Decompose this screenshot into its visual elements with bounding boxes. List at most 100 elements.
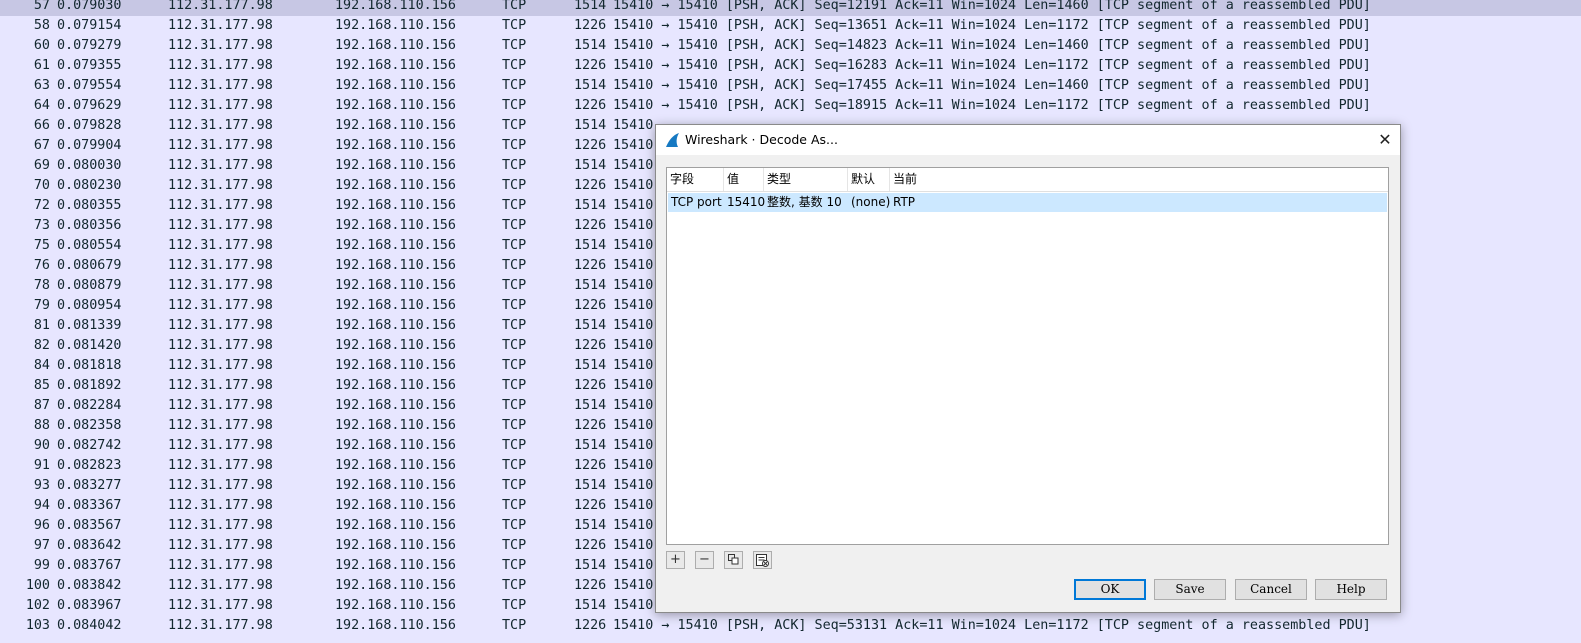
packet-time: 0.082742 [57,438,122,453]
table-row[interactable]: TCP port 15410 整数, 基数 10 (none) RTP [668,193,1387,212]
packet-destination: 192.168.110.156 [335,38,456,53]
packet-destination: 192.168.110.156 [335,58,456,73]
packet-info: 15410 [613,398,654,413]
packet-length: 1226 [574,338,607,353]
packet-protocol: TCP [502,118,527,133]
cell-value[interactable]: 15410 [724,193,765,212]
clear-entries-button[interactable] [753,551,772,569]
packet-info: 15410 [613,298,654,313]
packet-protocol: TCP [502,578,527,593]
decode-as-table[interactable]: 字段 值 类型 默认 当前 TCP port 15410 整数, 基数 10 (… [666,167,1389,545]
packet-destination: 192.168.110.156 [335,578,456,593]
packet-length: 1514 [574,278,607,293]
column-header-type[interactable]: 类型 [764,168,848,191]
packet-protocol: TCP [502,558,527,573]
packet-length: 1514 [574,478,607,493]
packet-destination: 192.168.110.156 [335,498,456,513]
close-button[interactable]: ✕ [1370,125,1400,155]
packet-protocol: TCP [502,218,527,233]
packet-destination: 192.168.110.156 [335,598,456,613]
packet-source: 112.31.177.98 [168,38,273,53]
packet-number: 79 [33,298,50,313]
packet-time: 0.080356 [57,218,122,233]
packet-length: 1514 [574,398,607,413]
column-header-value[interactable]: 值 [724,168,764,191]
packet-row[interactable]: 64 0.079629 112.31.177.98 192.168.110.156 TC… [0,96,1581,116]
packet-row[interactable]: 61 0.079355 112.31.177.98 192.168.110.156 TC… [0,56,1581,76]
packet-time: 0.081339 [57,318,122,333]
packet-protocol: TCP [502,258,527,273]
packet-row[interactable]: 63 0.079554 112.31.177.98 192.168.110.156 TC… [0,76,1581,96]
packet-number: 60 [33,38,50,53]
packet-source: 112.31.177.98 [168,318,273,333]
packet-info: 15410 [613,358,654,373]
packet-info: 15410 → 15410 [PSH, ACK] Seq=12191 Ack=1… [613,0,1371,13]
packet-protocol: TCP [502,318,527,333]
packet-source: 112.31.177.98 [168,78,273,93]
packet-source: 112.31.177.98 [168,18,273,33]
packet-info: 15410 [613,438,654,453]
column-header-default[interactable]: 默认 [848,168,890,191]
packet-destination: 192.168.110.156 [335,438,456,453]
packet-protocol: TCP [502,518,527,533]
dialog-titlebar[interactable]: Wireshark · Decode As... ✕ [656,125,1400,155]
packet-info: 15410 [613,278,654,293]
cell-current[interactable]: RTP [890,193,915,212]
packet-protocol: TCP [502,78,527,93]
packet-source: 112.31.177.98 [168,378,273,393]
packet-destination: 192.168.110.156 [335,318,456,333]
packet-source: 112.31.177.98 [168,258,273,273]
packet-time: 0.083642 [57,538,122,553]
packet-source: 112.31.177.98 [168,298,273,313]
column-header-field[interactable]: 字段 [667,168,724,191]
packet-source: 112.31.177.98 [168,498,273,513]
remove-entry-button[interactable]: − [695,551,714,569]
packet-info: 15410 [613,198,654,213]
packet-source: 112.31.177.98 [168,138,273,153]
packet-time: 0.083567 [57,518,122,533]
packet-length: 1514 [574,558,607,573]
packet-info: 15410 → 15410 [PSH, ACK] Seq=13651 Ack=1… [613,18,1371,33]
packet-length: 1226 [574,258,607,273]
packet-time: 0.083367 [57,498,122,513]
packet-source: 112.31.177.98 [168,538,273,553]
packet-row[interactable]: 57 0.079030 112.31.177.98 192.168.110.156 TC… [0,0,1581,16]
packet-protocol: TCP [502,358,527,373]
packet-info: 15410 [613,338,654,353]
packet-number: 82 [33,338,50,353]
packet-row[interactable]: 58 0.079154 112.31.177.98 192.168.110.156 TC… [0,16,1581,36]
packet-number: 76 [33,258,50,273]
packet-destination: 192.168.110.156 [335,478,456,493]
packet-info: 15410 [613,598,654,613]
packet-row[interactable]: 103 0.084042 112.31.177.98 192.168.110.156 T… [0,616,1581,636]
save-button[interactable]: Save [1154,579,1226,600]
wireshark-fin-icon [664,132,680,148]
packet-number: 75 [33,238,50,253]
packet-time: 0.080230 [57,178,122,193]
packet-time: 0.080879 [57,278,122,293]
ok-button[interactable]: OK [1074,579,1146,600]
packet-number: 91 [33,458,50,473]
packet-protocol: TCP [502,418,527,433]
cancel-button[interactable]: Cancel [1235,579,1307,600]
packet-length: 1226 [574,418,607,433]
add-entry-button[interactable]: + [666,551,685,569]
packet-protocol: TCP [502,598,527,613]
packet-destination: 192.168.110.156 [335,238,456,253]
packet-length: 1514 [574,318,607,333]
help-button[interactable]: Help [1315,579,1387,600]
packet-number: 96 [33,518,50,533]
packet-info: 15410 [613,418,654,433]
packet-row[interactable]: 60 0.079279 112.31.177.98 192.168.110.156 TC… [0,36,1581,56]
packet-source: 112.31.177.98 [168,158,273,173]
packet-length: 1514 [574,438,607,453]
packet-number: 73 [33,218,50,233]
packet-destination: 192.168.110.156 [335,338,456,353]
packet-source: 112.31.177.98 [168,0,273,13]
packet-time: 0.080954 [57,298,122,313]
packet-info: 15410 [613,578,654,593]
copy-entry-button[interactable] [724,551,743,569]
packet-destination: 192.168.110.156 [335,458,456,473]
packet-length: 1226 [574,298,607,313]
column-header-current[interactable]: 当前 [890,168,970,191]
